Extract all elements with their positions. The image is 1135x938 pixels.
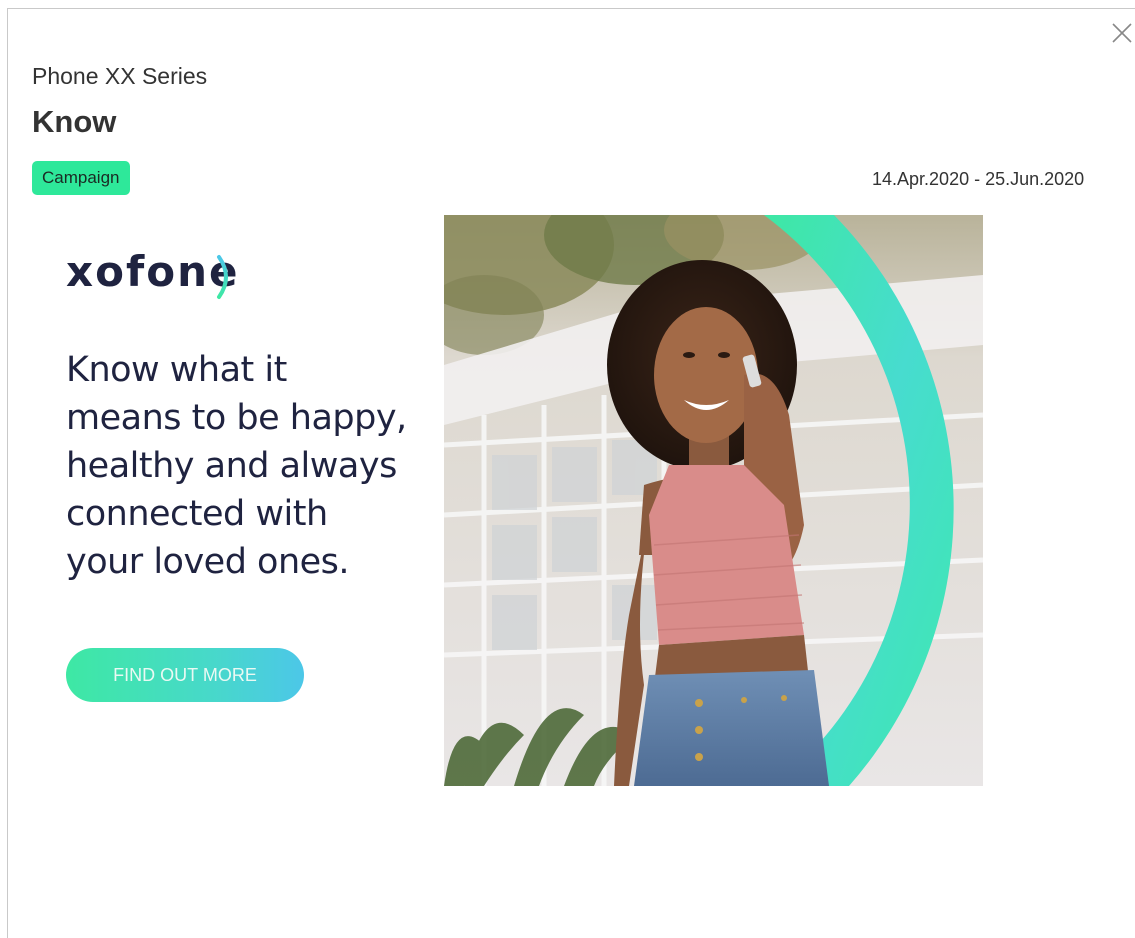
tagline-line: your loved ones. — [66, 542, 350, 582]
smiling-woman-on-phone-photo — [444, 215, 983, 786]
page-title: Know — [32, 104, 117, 139]
tagline-line: means to be happy, — [66, 398, 407, 438]
close-icon — [1112, 23, 1132, 43]
brand-logo: xofone — [66, 247, 239, 296]
close-button[interactable] — [1111, 22, 1133, 44]
campaign-dialog: Phone XX Series Know Campaign 14.Apr.202… — [7, 8, 1135, 938]
ad-photo — [444, 215, 983, 786]
find-out-more-button[interactable]: FIND OUT MORE — [66, 648, 304, 702]
ad-tagline: Know what it means to be happy, healthy … — [66, 346, 426, 586]
logo-text: xofone — [66, 247, 240, 296]
logo-arc-icon — [217, 255, 228, 299]
date-range: 14.Apr.2020 - 25.Jun.2020 — [872, 169, 1085, 189]
tagline-line: connected with — [66, 494, 328, 534]
series-name: Phone XX Series — [32, 63, 208, 89]
status-badge: Campaign — [32, 161, 130, 195]
tagline-line: healthy and always — [66, 446, 397, 486]
tagline-line: Know what it — [66, 350, 287, 390]
